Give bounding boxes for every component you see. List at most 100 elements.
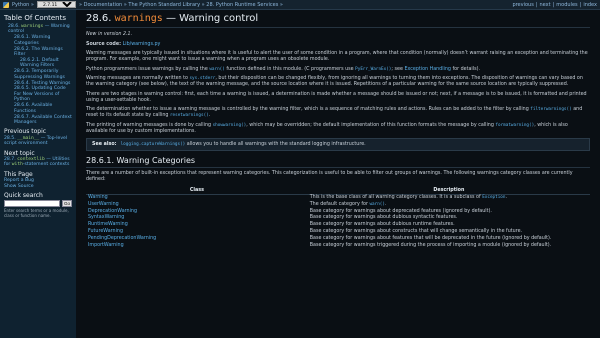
warning-categories-table: Class Description Warning This is the bas… <box>86 186 590 249</box>
version-select[interactable]: 2.7.11 <box>36 1 76 8</box>
filterwarnings-link[interactable]: filterwarnings() <box>530 107 571 112</box>
page-title: 28.6. warnings — Warning control <box>86 13 590 28</box>
warning-class-description: Base category for warnings about dubious… <box>309 215 458 221</box>
toc-link[interactable]: 28.6.7. Available Context Managers <box>14 115 72 125</box>
warning-class-description: This is the base class of all warning ca… <box>309 195 508 201</box>
this-page-title: This Page <box>4 170 33 178</box>
sys-stderr-link[interactable]: sys.stderr <box>189 76 215 81</box>
source-code-link[interactable]: Lib/warnings.py <box>123 42 161 47</box>
toc-link[interactable]: 28.6.4. Testing Warnings <box>14 81 70 86</box>
report-bug-link[interactable]: Report a Bug <box>4 178 34 183</box>
warning-class-link[interactable]: PendingDeprecationWarning <box>88 236 156 241</box>
toc-item[interactable]: 28.6.1. Warning Categories <box>4 35 72 46</box>
resetwarnings-link[interactable]: resetwarnings() <box>170 113 209 118</box>
nav-separator: | <box>535 1 538 8</box>
warning-class-link[interactable]: SyntaxWarning <box>88 215 124 220</box>
table-row: RuntimeWarning Base category for warnings… <box>86 222 590 229</box>
search-hint: Enter search terms or a module, class or… <box>4 208 69 219</box>
next-topic-title: Next topic <box>4 149 35 157</box>
printing-paragraph: The printing of warning messages is done… <box>86 122 568 134</box>
warning-class-link[interactable]: ImportWarning <box>88 243 124 248</box>
warning-class-description: Base category for warnings about constru… <box>309 229 523 234</box>
warning-class-link[interactable]: UserWarning <box>88 202 119 207</box>
search-input[interactable] <box>4 200 60 208</box>
show-source-link[interactable]: Show Source <box>4 184 34 189</box>
table-row: SyntaxWarning Base category for warnings … <box>86 215 590 222</box>
nav-separator: | <box>579 1 582 8</box>
toc-item[interactable]: 28.6.5. Updating Code For New Versions o… <box>4 86 72 102</box>
previous-topic-section: Previous topic 28.5. __main__ — Top-leve… <box>4 128 72 147</box>
section-heading: 28.6.1. Warning Categories <box>86 156 590 168</box>
warning-class-description: Base category for warnings about depreca… <box>309 208 492 214</box>
table-header-description: Description <box>307 186 590 195</box>
description-code-link[interactable]: Exception <box>482 195 505 200</box>
toc-item[interactable]: 28.6. warnings — Warning control <box>4 24 72 35</box>
top-navigation-bar: Python » 2.7.11 » Documentation » The Py… <box>0 0 600 10</box>
toc-link[interactable]: 28.6. warnings — Warning control <box>8 24 70 34</box>
source-code-line: Source code: Lib/warnings.py <box>86 41 161 47</box>
toc-list: 28.6. warnings — Warning control 28.6.1. … <box>4 24 72 125</box>
see-also-label: See also: <box>92 142 117 147</box>
previous-topic-title: Previous topic <box>4 128 47 136</box>
table-row: FutureWarning Base category for warnings … <box>86 228 590 235</box>
toc-link[interactable]: 28.6.2. The Warnings Filter <box>14 47 63 57</box>
warning-class-description: Base category for warnings about feature… <box>309 235 552 241</box>
capturewarnings-link[interactable]: logging.captureWarnings() <box>121 142 186 147</box>
toc-item[interactable]: 28.6.3. Temporarily Suppressing Warnings <box>4 69 72 80</box>
toc-item[interactable]: 28.6.7. Available Context Managers <box>4 115 72 126</box>
previous-link[interactable]: previous <box>512 2 533 8</box>
toc-item[interactable]: 28.6.2.1. Default Warning Filters <box>4 58 72 69</box>
showwarning-link[interactable]: showwarning() <box>213 123 247 128</box>
table-header-class: Class <box>86 186 308 195</box>
table-row: PendingDeprecationWarning Base category f… <box>86 235 590 242</box>
new-in-version-note: New in version 2.1. <box>86 32 133 37</box>
categories-intro: There are a number of built-in exception… <box>86 171 573 182</box>
stages-paragraph: There are two stages in warning control:… <box>86 91 587 103</box>
home-link[interactable]: Python » <box>12 2 34 8</box>
warning-class-link[interactable]: Warning <box>88 195 108 200</box>
next-topic-section: Next topic 28.7. contextlib — Utilities … <box>4 149 72 168</box>
quick-search-section: Quick search Go Enter search terms or a … <box>4 191 72 219</box>
warning-class-description: The default category for warn(). <box>309 201 387 207</box>
toc-link[interactable]: 28.6.1. Warning Categories <box>14 35 50 45</box>
table-row: UserWarning The default category for warn… <box>86 201 590 208</box>
see-also-box: See also: logging.captureWarnings() allow… <box>86 138 590 151</box>
search-go-button[interactable]: Go <box>62 200 72 208</box>
warning-class-description: Base category for warnings triggered dur… <box>309 242 552 248</box>
description-code-link[interactable]: warn() <box>369 202 385 207</box>
sidebar: Table Of Contents 28.6. warnings — Warni… <box>0 10 76 338</box>
table-row: ImportWarning Base category for warnings … <box>86 242 590 249</box>
warning-class-link[interactable]: DeprecationWarning <box>88 209 137 214</box>
modules-link[interactable]: modules <box>556 2 577 8</box>
formatwarning-link[interactable]: formatwarning() <box>495 123 534 128</box>
filter-paragraph: The determination whether to issue a war… <box>86 107 583 118</box>
main-content: 28.6. warnings — Warning control New in … <box>76 10 600 338</box>
toc-link[interactable]: 28.6.5. Updating Code For New Versions o… <box>14 86 66 102</box>
table-row: DeprecationWarning Base category for warn… <box>86 208 590 215</box>
intro-paragraph: Warning messages are typically issued in… <box>86 51 588 62</box>
toc-link[interactable]: 28.6.3. Temporarily Suppressing Warnings <box>14 69 65 79</box>
warning-class-link[interactable]: FutureWarning <box>88 229 123 234</box>
warning-class-description: Base category for warnings about dubious… <box>309 222 455 228</box>
this-page-section: This Page Report a Bug Show Source <box>4 170 72 189</box>
pyerr-warnex-link[interactable]: PyErr_WarnEx() <box>355 67 391 72</box>
toc-item[interactable]: 28.6.6. Available Functions <box>4 103 72 114</box>
toc-link[interactable]: 28.6.6. Available Functions <box>14 103 52 113</box>
toc-link[interactable]: 28.6.2.1. Default Warning Filters <box>20 58 59 68</box>
quick-search-title: Quick search <box>4 191 43 199</box>
breadcrumb[interactable]: » Documentation » The Python Standard Li… <box>79 2 283 8</box>
toc-item[interactable]: 28.6.2. The Warnings Filter <box>4 47 72 58</box>
exception-handling-link[interactable]: Exception Handling <box>404 67 451 72</box>
nav-links: previous | next | modules | index <box>512 2 597 8</box>
disposition-paragraph: Warning messages are normally written to… <box>86 76 583 87</box>
next-link[interactable]: next <box>540 2 551 8</box>
warn-function-link[interactable]: warn() <box>209 67 225 72</box>
nav-separator: | <box>552 1 555 8</box>
warning-class-link[interactable]: RuntimeWarning <box>88 222 128 227</box>
previous-topic-link[interactable]: 28.5. __main__ — Top-level script enviro… <box>4 136 67 146</box>
next-topic-link[interactable]: 28.7. contextlib — Utilities for with-st… <box>4 157 70 167</box>
table-row: Warning This is the base class of all war… <box>86 194 590 201</box>
toc-title: Table Of Contents <box>4 14 67 22</box>
index-link[interactable]: index <box>583 2 597 8</box>
warn-paragraph: Python programmers issue warnings by cal… <box>86 66 480 72</box>
